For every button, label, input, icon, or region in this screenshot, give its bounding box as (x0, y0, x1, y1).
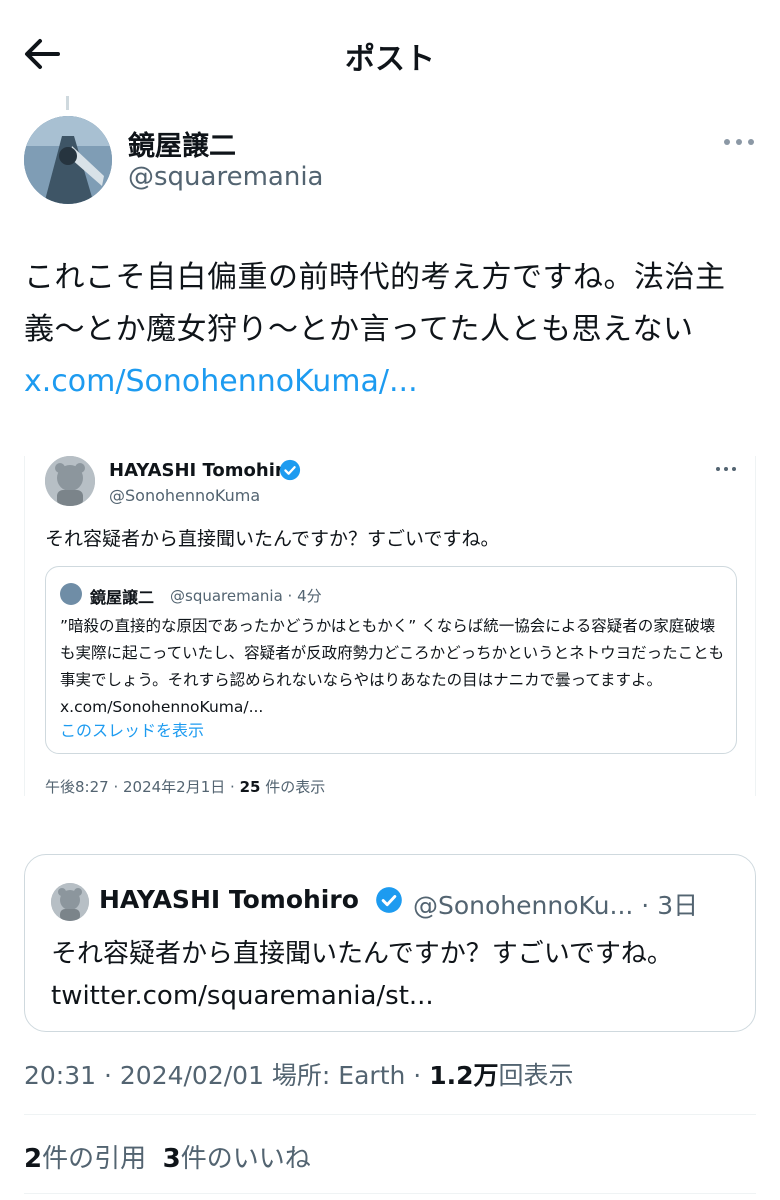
thread-line (66, 96, 69, 110)
post-views-label: 回表示 (498, 1061, 574, 1090)
embedded-quoted-post: 鏡屋譲二 @squaremania · 4分 ”暗殺の直接的な原因であったかどう… (45, 566, 737, 754)
avatar-image (45, 456, 95, 506)
quoted-text: ”暗殺の直接的な原因であったかどうかはともかく” くならば統一協会による容疑者の… (60, 617, 725, 716)
divider (24, 1114, 756, 1115)
post-link[interactable]: x.com/SonohennoKuma/... (24, 356, 418, 408)
quotes-count: 2 (24, 1144, 43, 1174)
quote-card-avatar (51, 883, 89, 921)
embedded-author-handle: @SonohennoKuma (109, 486, 261, 505)
avatar-image (24, 116, 112, 204)
embedded-footer-views-label: 件の表示 (260, 778, 326, 796)
show-thread-link: このスレッドを表示 (60, 721, 205, 740)
quoted-avatar (60, 583, 82, 605)
post-meta: 20:31 · 2024/02/01 場所: Earth · 1.2万回表示 (24, 1056, 574, 1092)
verified-icon (376, 887, 402, 913)
quote-card-meta: @SonohennoKu... · 3日 (413, 891, 699, 920)
embedded-footer-time: 午後8:27 · 2024年2月1日 · (45, 778, 240, 796)
likes-stat[interactable]: 3件のいいね (163, 1144, 311, 1174)
page-title: ポスト (345, 42, 435, 77)
verified-icon (279, 459, 301, 481)
divider (24, 1193, 756, 1194)
author-handle[interactable]: @squaremania (128, 162, 323, 192)
post-views-count: 1.2万 (429, 1061, 499, 1090)
more-icon (716, 467, 736, 471)
quotes-stat[interactable]: 2件の引用 (24, 1144, 146, 1174)
engagement-stats: 2件の引用 3件のいいね (24, 1138, 311, 1175)
more-icon[interactable] (722, 134, 756, 150)
embedded-author-name: HAYASHI Tomohiro (109, 460, 297, 481)
author-name[interactable]: 鏡屋譲二 (128, 124, 236, 163)
embedded-footer: 午後8:27 · 2024年2月1日 · 25 件の表示 (45, 776, 325, 797)
quote-card-text: それ容疑者から直接聞いたんですか？すごいですね。twitter.com/squa… (51, 939, 673, 1011)
post-timestamp: 20:31 · 2024/02/01 場所: Earth · (24, 1061, 430, 1090)
embedded-post-text: それ容疑者から直接聞いたんですか？すごいですね。 (45, 528, 500, 550)
author-avatar[interactable] (24, 116, 112, 204)
embedded-avatar (45, 456, 95, 506)
embedded-footer-views: 25 (239, 778, 261, 796)
top-bar: ポスト (0, 0, 780, 100)
likes-count: 3 (162, 1144, 181, 1174)
likes-label: 件のいいね (180, 1144, 311, 1174)
embedded-post-image[interactable]: HAYASHI Tomohiro @SonohennoKuma それ容疑者から直… (24, 456, 756, 796)
quoted-meta: @squaremania · 4分 (170, 587, 322, 605)
quoted-author-name: 鏡屋譲二 (90, 588, 155, 607)
quote-card[interactable]: HAYASHI Tomohiro @SonohennoKu... · 3日 それ… (24, 854, 756, 1032)
quotes-label: 件の引用 (42, 1144, 147, 1174)
avatar-image (51, 883, 89, 921)
quote-card-author-name: HAYASHI Tomohiro (99, 885, 359, 914)
post-text: これこそ自白偏重の前時代的考え方ですね。法治主義〜とか魔女狩り〜とか言ってた人と… (24, 260, 726, 347)
